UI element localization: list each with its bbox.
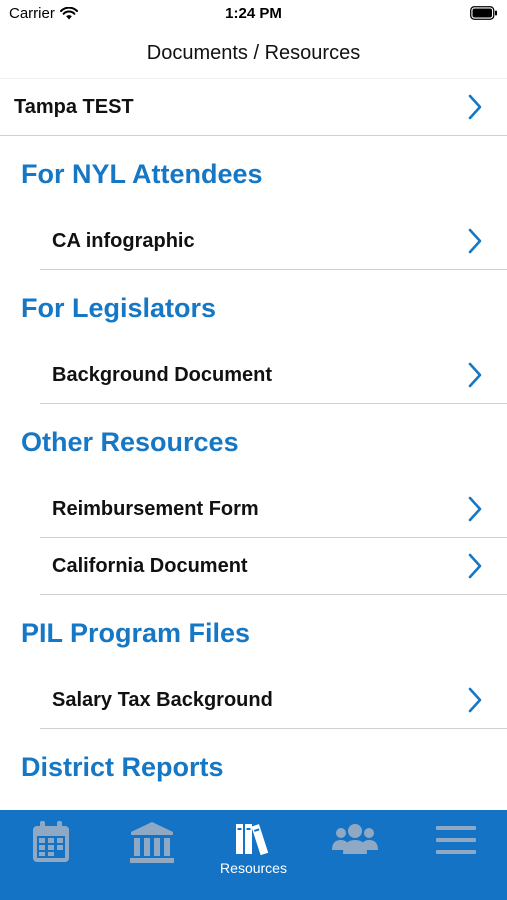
list-item-label: California Document xyxy=(52,554,248,577)
list-item-label: Salary Tax Background xyxy=(52,688,273,711)
tab-resources[interactable]: Resources xyxy=(203,810,304,900)
chevron-right-icon xyxy=(468,362,482,388)
status-battery xyxy=(470,6,498,24)
chevron-right-icon xyxy=(468,228,482,254)
section-header-nyl-attendees: For NYL Attendees xyxy=(21,159,263,189)
menu-icon xyxy=(436,826,477,854)
calendar-icon xyxy=(32,821,69,862)
page-title: Documents / Resources xyxy=(146,41,361,64)
documents-list: Tampa TEST For NYL Attendees CA infograp… xyxy=(0,79,507,806)
list-item-label: Tampa TEST xyxy=(14,95,134,118)
people-icon xyxy=(331,824,378,854)
books-icon xyxy=(235,824,268,856)
list-item-california-document[interactable]: California Document xyxy=(40,538,507,595)
section-header-legislators: For Legislators xyxy=(21,293,217,323)
list-item-label: Reimbursement Form xyxy=(52,497,259,520)
tab-label-resources: Resources xyxy=(220,860,287,876)
chevron-right-icon xyxy=(468,94,482,120)
nav-bar: Documents / Resources xyxy=(0,28,507,79)
list-item-label: Background Document xyxy=(52,363,273,386)
section-header-other-resources: Other Resources xyxy=(21,427,239,457)
list-item-tampa-test[interactable]: Tampa TEST xyxy=(0,79,507,136)
list-item-reimbursement-form[interactable]: Reimbursement Form xyxy=(40,481,507,538)
chevron-right-icon xyxy=(468,496,482,522)
section-header-pil-program-files: PIL Program Files xyxy=(21,618,251,648)
list-item-salary-tax-background[interactable]: Salary Tax Background xyxy=(40,672,507,729)
tab-legislature[interactable] xyxy=(101,810,202,900)
battery-icon xyxy=(470,6,497,20)
tab-bar: Resources xyxy=(0,810,507,900)
tab-menu[interactable] xyxy=(406,810,507,900)
tab-people[interactable] xyxy=(304,810,405,900)
tab-calendar[interactable] xyxy=(0,810,101,900)
chevron-right-icon xyxy=(468,687,482,713)
chevron-right-icon xyxy=(468,553,482,579)
list-item-background-document[interactable]: Background Document xyxy=(40,347,507,404)
status-bar: Carrier 1:24 PM xyxy=(0,0,507,28)
capitol-building-icon xyxy=(130,822,175,863)
list-item-label: CA infographic xyxy=(52,229,195,252)
list-item-ca-infographic[interactable]: CA infographic xyxy=(40,213,507,270)
section-header-district-reports: District Reports xyxy=(21,752,224,782)
status-time: 1:24 PM xyxy=(225,5,282,22)
